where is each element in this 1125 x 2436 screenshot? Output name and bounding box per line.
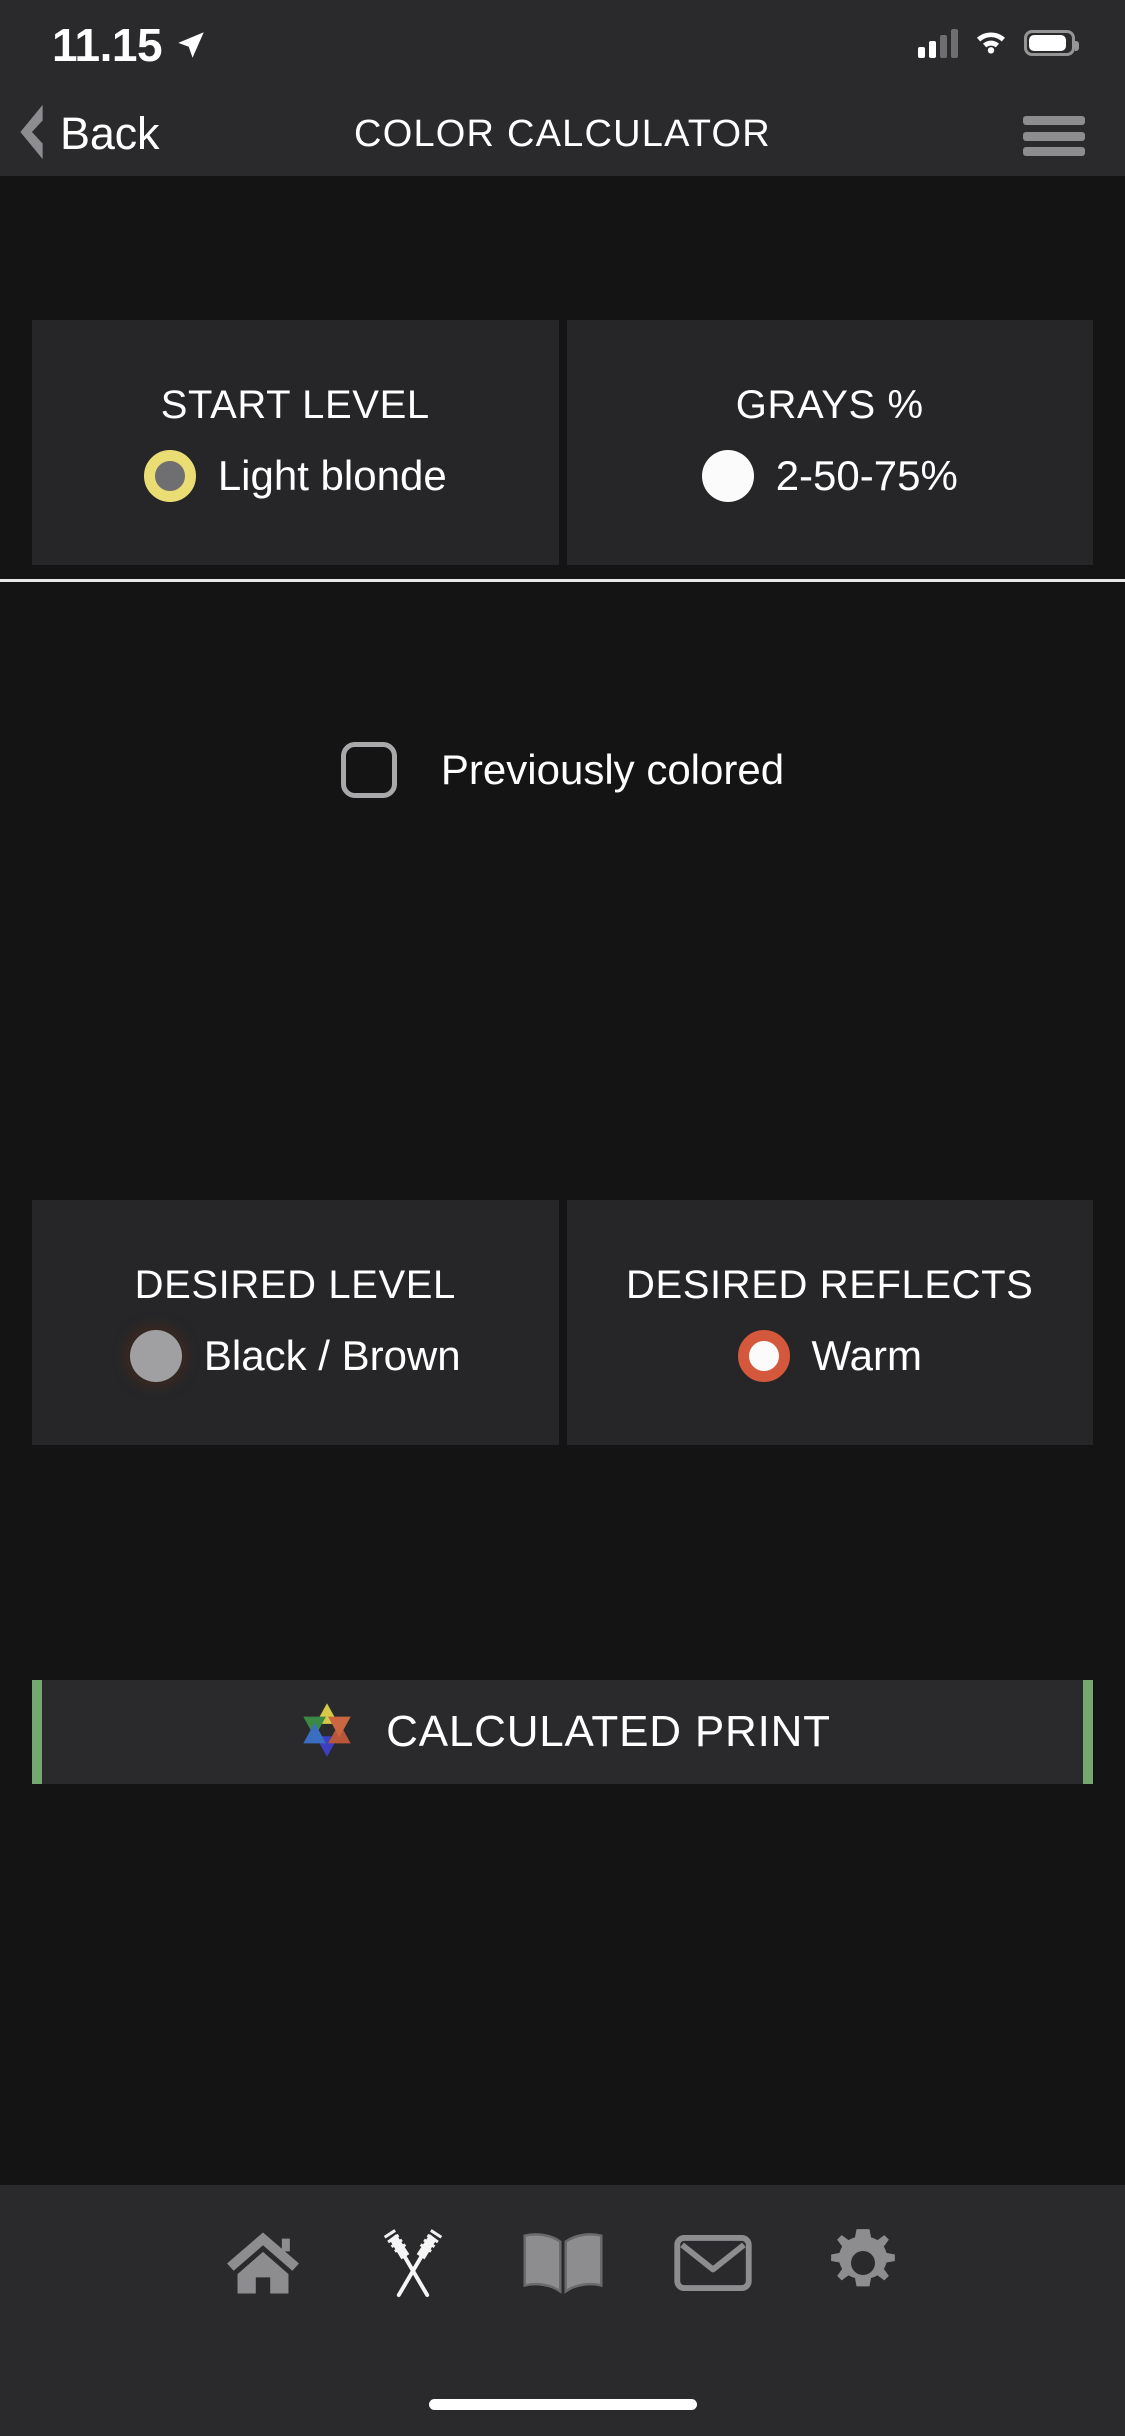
- desired-card-row: DESIRED LEVEL Black / Brown DESIRED REFL…: [32, 1200, 1093, 1445]
- desired-level-swatch-icon: [129, 1330, 182, 1382]
- start-level-title: START LEVEL: [160, 383, 430, 427]
- section-divider: [0, 579, 1125, 582]
- main-content: START LEVEL Light blonde GRAYS % 2-50-75…: [0, 176, 1125, 2436]
- start-level-card-row: START LEVEL Light blonde GRAYS % 2-50-75…: [32, 320, 1093, 565]
- status-bar-clock: 11.15: [52, 19, 163, 71]
- tab-tools[interactable]: [338, 2185, 488, 2345]
- desired-reflects-value-row: Warm: [737, 1330, 922, 1382]
- desired-level-value-row: Black / Brown: [129, 1330, 461, 1382]
- grays-percent-swatch-icon: [701, 450, 754, 502]
- status-time-group: 11.15: [52, 22, 208, 68]
- location-arrow-icon: [174, 28, 208, 62]
- desired-level-value: Black / Brown: [203, 1332, 461, 1379]
- tab-home[interactable]: [188, 2185, 338, 2345]
- tab-book[interactable]: [488, 2185, 638, 2345]
- previously-colored-checkbox-row[interactable]: Previously colored: [0, 742, 1125, 798]
- home-icon: [224, 2227, 302, 2304]
- hamburger-menu-icon[interactable]: [1023, 116, 1085, 156]
- desired-level-title: DESIRED LEVEL: [134, 1263, 456, 1307]
- app-screen: 11.15 Back COLOR CALCULATOR START LEVEL …: [0, 0, 1125, 2436]
- tab-mail[interactable]: [638, 2185, 788, 2345]
- grays-percent-card[interactable]: GRAYS % 2-50-75%: [566, 320, 1093, 565]
- desired-reflects-card[interactable]: DESIRED REFLECTS Warm: [566, 1200, 1093, 1445]
- desired-reflects-swatch-icon: [737, 1330, 790, 1382]
- start-level-card[interactable]: START LEVEL Light blonde: [32, 320, 559, 565]
- navigation-bar: Back COLOR CALCULATOR: [0, 92, 1125, 176]
- mail-envelope-icon: [673, 2231, 753, 2300]
- start-level-value-row: Light blonde: [143, 450, 447, 502]
- grays-percent-title: GRAYS %: [735, 383, 924, 427]
- cellular-signal-icon: [918, 28, 958, 58]
- calculated-print-button[interactable]: CALCULATED PRINT: [32, 1680, 1093, 1784]
- grays-percent-value-row: 2-50-75%: [701, 450, 958, 502]
- previously-colored-checkbox[interactable]: [340, 742, 397, 798]
- desired-reflects-value: Warm: [811, 1332, 922, 1379]
- status-bar: 11.15: [0, 0, 1125, 92]
- start-level-swatch-icon: [143, 450, 196, 502]
- start-level-value: Light blonde: [217, 452, 447, 499]
- gear-icon: [825, 2225, 901, 2306]
- color-star-icon: [294, 1697, 360, 1768]
- open-book-icon: [522, 2228, 604, 2303]
- tab-bar-items: [0, 2185, 1125, 2345]
- home-indicator: [428, 2399, 697, 2410]
- battery-icon: [1024, 29, 1079, 56]
- status-bar-indicators: [918, 26, 1079, 59]
- crossed-hair-brushes-icon: [371, 2225, 455, 2306]
- page-title: COLOR CALCULATOR: [354, 112, 771, 155]
- grays-percent-value: 2-50-75%: [775, 452, 958, 499]
- calculated-print-label: CALCULATED PRINT: [386, 1707, 831, 1756]
- previously-colored-label: Previously colored: [440, 746, 785, 793]
- desired-reflects-title: DESIRED REFLECTS: [626, 1263, 1034, 1307]
- wifi-icon: [973, 26, 1009, 59]
- tab-settings[interactable]: [788, 2185, 938, 2345]
- bottom-tab-bar: [0, 2185, 1125, 2436]
- desired-level-card[interactable]: DESIRED LEVEL Black / Brown: [32, 1200, 559, 1445]
